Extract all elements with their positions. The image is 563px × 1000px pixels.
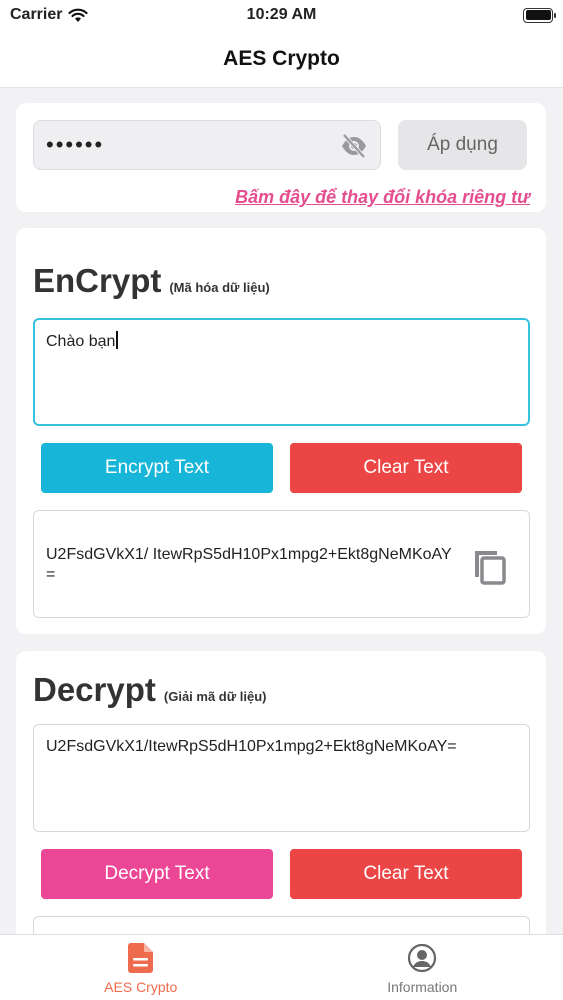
clear-decrypt-button[interactable]: Clear Text xyxy=(290,849,522,899)
private-key-value: •••••• xyxy=(46,132,105,157)
decrypt-subtitle: (Giải mã dữ liệu) xyxy=(163,689,267,704)
tab-information-label: Information xyxy=(387,979,458,995)
nav-bar: AES Crypto xyxy=(0,30,563,88)
text-caret xyxy=(116,331,119,349)
decrypt-button[interactable]: Decrypt Text xyxy=(41,849,273,899)
battery-icon xyxy=(523,7,556,23)
document-icon xyxy=(127,943,153,973)
encrypt-button[interactable]: Encrypt Text xyxy=(41,443,273,493)
encrypt-output[interactable]: U2FsdGVkX1/ ItewRpS5dH10Px1mpg2+Ekt8gNeM… xyxy=(33,510,530,618)
decrypt-input-value: U2FsdGVkX1/ItewRpS5dH10Px1mpg2+Ekt8gNeMK… xyxy=(46,738,457,755)
encrypt-card: EnCrypt (Mã hóa dữ liệu) Chào bạn Encryp… xyxy=(16,228,546,634)
page-title: AES Crypto xyxy=(223,46,340,70)
decrypt-header: Decrypt (Giải mã dữ liệu) xyxy=(33,671,267,709)
tab-information[interactable]: Information xyxy=(282,935,563,1000)
copy-icon[interactable] xyxy=(471,545,507,585)
encrypt-input[interactable]: Chào bạn xyxy=(33,318,530,426)
encrypt-input-value: Chào bạn xyxy=(46,333,116,350)
tab-bar: AES Crypto Information xyxy=(0,934,563,1000)
tab-aes-crypto-label: AES Crypto xyxy=(104,979,178,995)
private-key-input[interactable]: •••••• xyxy=(33,120,381,170)
apply-key-button[interactable]: Áp dụng xyxy=(398,120,527,170)
encrypt-output-value: U2FsdGVkX1/ ItewRpS5dH10Px1mpg2+Ekt8gNeM… xyxy=(46,546,452,583)
decrypt-title: Decrypt xyxy=(33,671,156,708)
decrypt-output[interactable] xyxy=(33,916,530,934)
encrypt-header: EnCrypt (Mã hóa dữ liệu) xyxy=(33,262,270,300)
status-time: 10:29 AM xyxy=(246,6,317,23)
decrypt-card: Decrypt (Giải mã dữ liệu) U2FsdGVkX1/Ite… xyxy=(16,651,546,934)
main-content: •••••• Áp dụng Bấm đây để thay đổi khóa … xyxy=(0,88,563,934)
encrypt-subtitle: (Mã hóa dữ liệu) xyxy=(169,280,270,295)
key-card: •••••• Áp dụng Bấm đây để thay đổi khóa … xyxy=(16,103,546,212)
eye-off-icon[interactable] xyxy=(340,133,368,159)
clear-encrypt-button[interactable]: Clear Text xyxy=(290,443,522,493)
encrypt-title: EnCrypt xyxy=(33,262,162,299)
change-key-link[interactable]: Bấm đây để thay đổi khóa riêng tư xyxy=(235,187,530,208)
status-bar: Carrier 10:29 AM xyxy=(0,0,563,30)
user-circle-icon xyxy=(408,943,437,973)
tab-aes-crypto[interactable]: AES Crypto xyxy=(0,935,282,1000)
decrypt-input[interactable]: U2FsdGVkX1/ItewRpS5dH10Px1mpg2+Ekt8gNeMK… xyxy=(33,724,530,832)
